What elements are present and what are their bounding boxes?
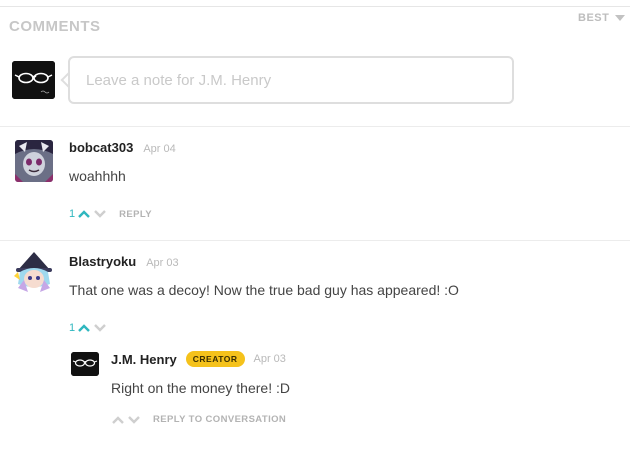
downvote-icon[interactable] xyxy=(93,209,107,219)
section-title: COMMENTS xyxy=(9,18,101,35)
avatar[interactable] xyxy=(12,250,56,298)
comment-date: Apr 04 xyxy=(143,143,176,155)
current-user-avatar xyxy=(12,61,55,99)
upvote-icon[interactable] xyxy=(111,415,125,425)
reply-button[interactable]: REPLY xyxy=(119,209,152,220)
creator-badge: CREATOR xyxy=(185,351,245,367)
divider xyxy=(0,240,630,241)
comment-header: bobcat303 Apr 04 xyxy=(69,140,176,155)
reply-username[interactable]: J.M. Henry xyxy=(111,352,177,367)
downvote-icon[interactable] xyxy=(93,323,107,333)
vote-count: 1 xyxy=(69,208,76,220)
chevron-down-icon xyxy=(615,15,626,21)
sort-label: BEST xyxy=(578,12,610,24)
comment-date: Apr 03 xyxy=(146,257,179,269)
avatar[interactable] xyxy=(15,140,53,182)
divider xyxy=(0,126,630,127)
reply-avatar[interactable] xyxy=(71,352,99,376)
comment-username[interactable]: Blastryoku xyxy=(69,254,136,269)
glasses-icon xyxy=(12,61,55,99)
downvote-icon[interactable] xyxy=(127,415,141,425)
vote-controls: 1 xyxy=(69,322,107,334)
reply-header: J.M. Henry CREATOR Apr 03 xyxy=(111,351,286,367)
reply-to-conversation-button[interactable]: REPLY TO CONVERSATION xyxy=(153,414,286,425)
top-divider xyxy=(0,6,630,7)
vote-count: 1 xyxy=(69,322,76,334)
reply-vote-controls: REPLY TO CONVERSATION xyxy=(111,414,286,425)
upvote-icon[interactable] xyxy=(77,209,91,219)
comment-username[interactable]: bobcat303 xyxy=(69,140,133,155)
reply-text: Right on the money there! :D xyxy=(111,380,290,396)
sort-dropdown[interactable]: BEST xyxy=(578,12,626,24)
comment-input[interactable] xyxy=(68,56,514,104)
witch-avatar-icon xyxy=(12,250,56,298)
monster-avatar-icon xyxy=(15,140,53,182)
glasses-icon xyxy=(71,352,99,376)
vote-controls: 1 REPLY xyxy=(69,208,152,220)
comment-header: Blastryoku Apr 03 xyxy=(69,254,179,269)
comment-text: That one was a decoy! Now the true bad g… xyxy=(69,282,459,298)
comment-text: woahhhh xyxy=(69,168,126,184)
upvote-icon[interactable] xyxy=(77,323,91,333)
reply-date: Apr 03 xyxy=(253,353,286,365)
